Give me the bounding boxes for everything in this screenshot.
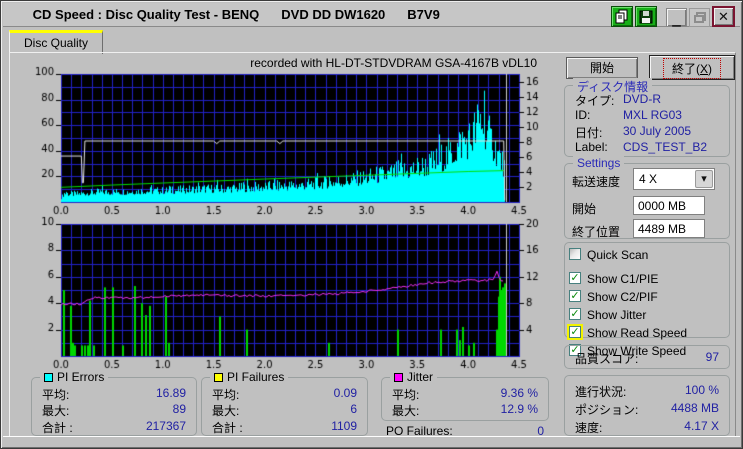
stat-row: 最大: 89 (42, 402, 186, 418)
stat-row: 平均: 9.36 % (392, 386, 538, 402)
start-button[interactable]: 開始 (566, 57, 638, 79)
quality-score-value: 97 (705, 350, 719, 364)
titlebar[interactable]: CD Speed : Disc Quality Test - BENQ DVD D… (3, 3, 740, 27)
start-pos-field[interactable]: 0000 MB (633, 196, 705, 215)
copy-pages-icon (615, 9, 628, 24)
speed-dropdown-value: 4 X (639, 172, 658, 186)
title-firmware: B7V9 (407, 7, 440, 22)
jitter-group-title: Jitter (390, 370, 438, 384)
checkbox-quick-scan[interactable]: Quick Scan (569, 248, 729, 262)
checkbox-box[interactable]: ✓ (569, 290, 581, 302)
stop-button[interactable]: 終了(X) (649, 55, 735, 80)
checkbox-label: Show Read Speed (587, 326, 688, 340)
tab-label: Disc Quality (24, 36, 89, 50)
progress-group: 進行状況: 100 % ポジション: 4488 MB 速度: 4.17 X (564, 375, 730, 436)
floppy-disk-icon (639, 10, 653, 23)
close-button[interactable]: ✕ (712, 6, 735, 27)
maximize-button[interactable] (689, 8, 710, 27)
end-pos-label: 終了位置 (572, 225, 621, 239)
pi-errors-chart (15, 63, 559, 215)
tab-disc-quality[interactable]: Disc Quality (9, 30, 104, 54)
start-pos-label: 開始 (572, 202, 597, 216)
checkbox-box[interactable]: ✓ (569, 308, 581, 320)
tabbar: Disc Quality (9, 30, 104, 54)
save-button[interactable] (635, 6, 657, 27)
end-pos-field[interactable]: 4489 MB (633, 219, 705, 238)
display-options-group: Quick Scan ✓ Show C1/PIE ✓ Show C2/PIF ✓ Show … (564, 242, 730, 358)
checkbox-label: Show Jitter (587, 308, 647, 322)
checkbox-box[interactable]: ✓ (567, 324, 583, 340)
quality-score-label: 品質スコア: (575, 352, 639, 366)
stat-row: 最大: 6 (212, 402, 357, 418)
stat-row: 平均: 16.89 (42, 386, 186, 402)
stat-row: 合計 :217367 (42, 419, 186, 435)
app-window: CD Speed : Disc Quality Test - BENQ DVD D… (0, 0, 743, 449)
checkbox-show-jitter[interactable]: ✓ Show Jitter (569, 308, 729, 322)
pi-failures-group-title: PI Failures (210, 370, 289, 384)
checkbox-show-c2-pif[interactable]: ✓ Show C2/PIF (569, 290, 729, 304)
stat-row: 平均: 0.09 (212, 386, 357, 402)
pi-errors-legend-swatch (44, 373, 53, 382)
jitter-chart (15, 216, 559, 371)
stat-row: 最大: 12.9 % (392, 402, 538, 418)
stop-button-label: 終了(X) (662, 58, 721, 79)
close-icon: ✕ (718, 8, 729, 24)
jitter-group: Jitter 平均: 9.36 % 最大: 12.9 % (381, 370, 549, 421)
pi-failures-legend-swatch (214, 373, 223, 382)
disc-info-group: ディスク情報 タイプ: DVD-R ID: MXL RG03 日付: 30 July … (564, 78, 730, 157)
checkbox-show-read-speed[interactable]: ✓ Show Read Speed (567, 324, 729, 340)
status-bar (3, 436, 740, 446)
checkbox-label: Show C2/PIF (587, 290, 658, 304)
checkbox-show-c1-pie[interactable]: ✓ Show C1/PIE (569, 272, 729, 286)
pi-failures-group: PI Failures 平均: 0.09 最大: 6 合計 :1109 (201, 370, 368, 436)
jitter-legend-swatch (394, 373, 403, 382)
checkbox-label: Show C1/PIE (587, 272, 659, 286)
title-drive: DVD DD DW1620 (281, 7, 386, 22)
speed-dropdown[interactable]: 4 X ▾ (633, 168, 715, 190)
stat-row: 合計 :1109 (212, 419, 357, 435)
pi-errors-group-title: PI Errors (40, 370, 109, 384)
pi-errors-group: PI Errors 平均: 16.89 最大: 89 合計 :217367 (31, 370, 197, 436)
checkbox-box[interactable]: ✓ (569, 272, 581, 284)
checkbox-label: Quick Scan (587, 248, 649, 262)
copy-button[interactable] (611, 6, 633, 27)
minimize-button[interactable]: ▁ (666, 8, 687, 27)
minimize-icon: ▁ (672, 15, 681, 27)
dropdown-arrow-icon[interactable]: ▾ (695, 170, 713, 188)
checkbox-list: Quick Scan ✓ Show C1/PIE ✓ Show C2/PIF ✓ Show … (565, 248, 729, 358)
checkbox-box[interactable] (569, 248, 581, 260)
settings-title: Settings (573, 156, 625, 170)
restore-icon (693, 12, 706, 23)
speed-label: 転送速度 (572, 175, 621, 189)
title-app: CD Speed : Disc Quality Test - BENQ (32, 7, 260, 22)
quality-score-group: 品質スコア: 97 (564, 345, 730, 369)
